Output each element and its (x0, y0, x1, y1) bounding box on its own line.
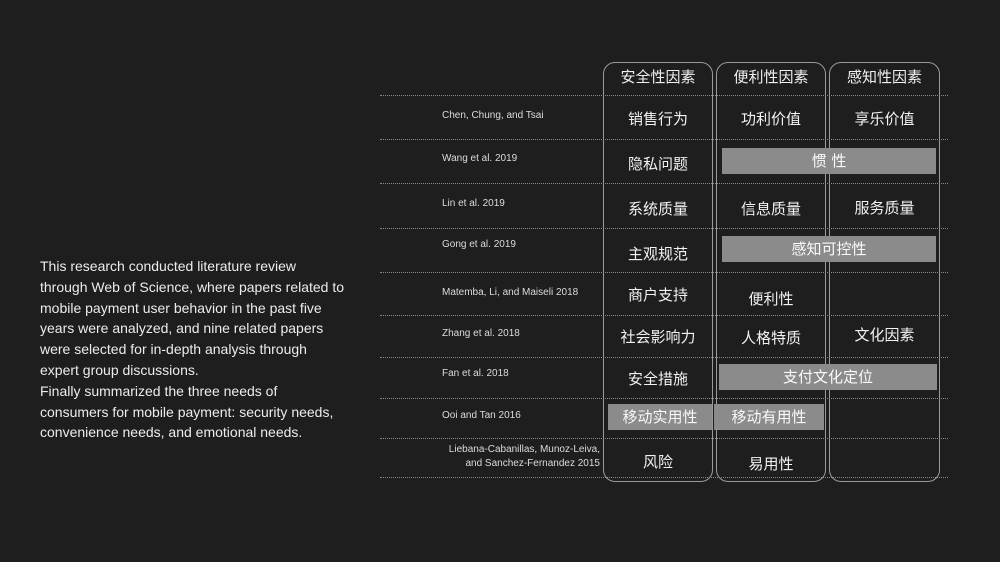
security-cell: 销售行为 (627, 110, 688, 128)
convenience-cell: 易用性 (748, 455, 794, 473)
header-perception: 感知性因素 (846, 68, 922, 86)
security-span-bar: 移动实用性 (608, 404, 712, 430)
perception-cell: 文化因素 (854, 326, 915, 344)
convenience-cell: 便利性 (748, 290, 794, 308)
row-divider (380, 139, 948, 140)
security-cell: 商户支持 (627, 286, 688, 304)
row-divider (380, 95, 948, 96)
author-label: Zhang et al. 2018 (442, 328, 520, 339)
row-divider (380, 228, 948, 229)
description-paragraph-2: Finally summarized the three needs of co… (40, 382, 334, 441)
merged-span-bar: 惯 性 (722, 148, 936, 174)
author-line: and Sanchez-Fernandez 2015 (465, 458, 600, 469)
convenience-cell: 信息质量 (740, 200, 801, 218)
perception-cell: 享乐价值 (854, 110, 915, 128)
security-cell: 主观规范 (627, 245, 688, 263)
security-cell: 隐私问题 (627, 155, 688, 173)
security-cell: 风险 (642, 453, 673, 471)
author-label: Ooi and Tan 2016 (442, 410, 521, 421)
row-divider (380, 398, 948, 399)
author-label: Wang et al. 2019 (442, 153, 518, 164)
author-label: Lin et al. 2019 (442, 198, 505, 209)
description-text: This research conducted literature revie… (40, 256, 345, 443)
author-label: Liebana-Cabanillas, Munoz-Leiva, and San… (449, 443, 600, 471)
convenience-cell: 功利价值 (740, 110, 801, 128)
merged-span-bar: 感知可控性 (722, 236, 936, 262)
security-cell: 系统质量 (627, 200, 688, 218)
convenience-span-bar: 移动有用性 (714, 404, 824, 430)
row-divider (380, 183, 948, 184)
description-paragraph-1: This research conducted literature revie… (40, 258, 345, 378)
author-line: Liebana-Cabanillas, Munoz-Leiva, (448, 444, 600, 455)
author-label: Gong et al. 2019 (442, 239, 516, 250)
convenience-cell: 人格特质 (740, 329, 801, 347)
row-divider (380, 272, 948, 273)
row-divider (380, 438, 948, 439)
author-label: Matemba, Li, and Maiseli 2018 (442, 287, 579, 298)
row-divider (380, 477, 948, 478)
security-cell: 安全措施 (627, 370, 688, 388)
security-cell: 社会影响力 (620, 328, 696, 346)
row-divider (380, 357, 948, 358)
author-label: Fan et al. 2018 (442, 368, 509, 379)
perception-cell: 服务质量 (854, 199, 915, 217)
header-security: 安全性因素 (620, 68, 696, 86)
header-convenience: 便利性因素 (733, 68, 809, 86)
author-label: Chen, Chung, and Tsai (442, 110, 544, 121)
row-divider (380, 315, 948, 316)
merged-span-bar: 支付文化定位 (719, 364, 937, 390)
